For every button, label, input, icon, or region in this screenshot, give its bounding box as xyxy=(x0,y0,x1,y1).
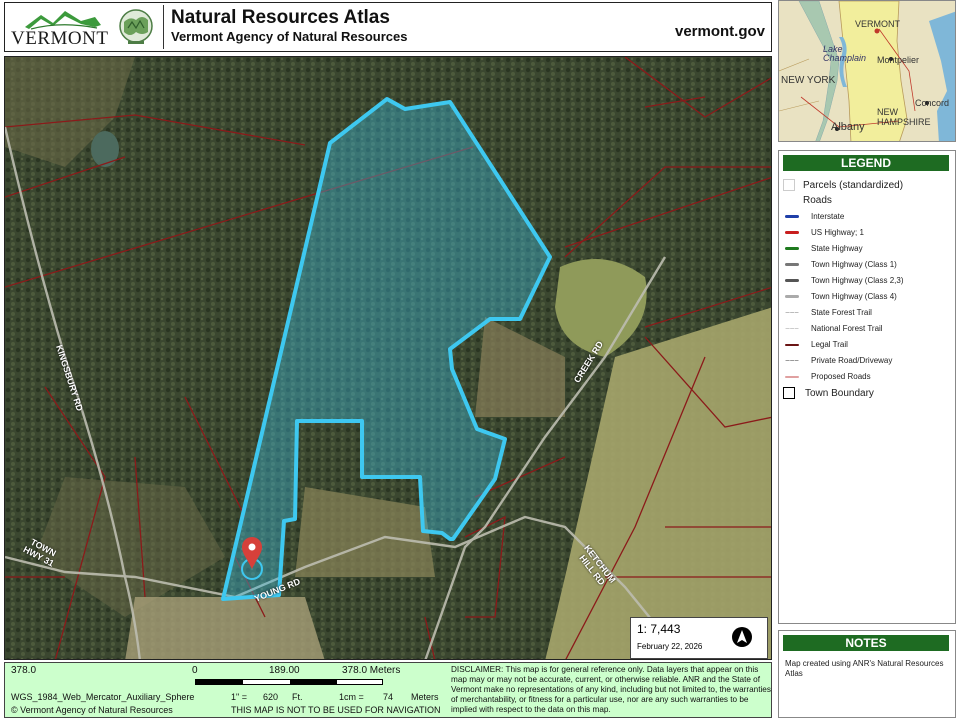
state-highway-line-icon xyxy=(785,247,799,250)
inch-scale-value: 620 xyxy=(263,692,279,702)
legend-label-road: State Highway xyxy=(811,244,863,253)
legend-item-road-1: US Highway; 1 xyxy=(783,228,864,237)
legend-label-road: National Forest Trail xyxy=(811,324,883,333)
town-highway-class1-line-icon xyxy=(785,263,799,266)
legend-label-road: Interstate xyxy=(811,212,845,221)
scale-right-value: 378.0 Meters xyxy=(342,665,401,676)
state-forest-trail-line-icon xyxy=(785,312,799,313)
map-page: VERMONT Natural Resources Atlas Vermont … xyxy=(0,0,960,720)
locator-label-lake-champlain: Lake Champlain xyxy=(823,44,867,63)
legend-panel: LEGEND Parcels (standardized) Roads Inte… xyxy=(778,150,956,624)
notes-title: NOTES xyxy=(783,635,949,651)
cm-scale-label: 1cm = xyxy=(339,692,364,702)
legend-label-road: Town Highway (Class 2,3) xyxy=(811,276,904,285)
legend-label-road: US Highway; 1 xyxy=(811,228,864,237)
scale-ratio: 1: 7,443 xyxy=(637,622,681,636)
legend-item-road-9: Private Road/Driveway xyxy=(783,356,892,365)
town-highway-class4-line-icon xyxy=(785,295,799,298)
legend-item-road-6: State Forest Trail xyxy=(783,308,872,317)
legend-label-roads: Roads xyxy=(803,195,832,206)
private-road-line-icon xyxy=(785,360,799,361)
legend-label-parcels: Parcels (standardized) xyxy=(803,179,904,191)
vermont-wordmark: VERMONT xyxy=(11,28,109,49)
locator-label-montpelier: Montpelier xyxy=(877,55,920,65)
legend-item-road-2: State Highway xyxy=(783,244,863,253)
anr-globe-logo-icon xyxy=(119,9,153,44)
parcel-swatch xyxy=(783,179,795,191)
legend-item-road-7: National Forest Trail xyxy=(783,324,883,333)
legend-label-road: State Forest Trail xyxy=(811,308,872,317)
disclaimer-text: DISCLAIMER: This map is for general refe… xyxy=(451,665,771,714)
map-date: February 22, 2026 xyxy=(637,642,703,651)
locator-label-vermont: VERMONT xyxy=(855,19,900,29)
legend-label-town-boundary: Town Boundary xyxy=(805,387,874,399)
scale-box: 1: 7,443 February 22, 2026 xyxy=(630,617,768,659)
inch-scale-label: 1" = xyxy=(231,692,247,702)
legend-item-road-5: Town Highway (Class 4) xyxy=(783,292,897,301)
legal-trail-line-icon xyxy=(785,343,799,346)
scale-left-value: 378.0 xyxy=(11,665,37,676)
legend-label-road: Town Highway (Class 1) xyxy=(811,260,897,269)
legend-label-road: Proposed Roads xyxy=(811,372,871,381)
interstate-line-icon xyxy=(785,215,799,218)
national-forest-trail-line-icon xyxy=(785,328,799,329)
locator-label-albany: Albany xyxy=(831,121,865,133)
locator-label-new-york: NEW YORK xyxy=(781,75,836,86)
proposed-road-line-icon xyxy=(785,375,799,378)
inch-scale-unit: Ft. xyxy=(292,692,303,702)
locator-label-new-hampshire: NEW HAMPSHIRE xyxy=(877,107,931,127)
notes-panel: NOTES Map created using ANR's Natural Re… xyxy=(778,630,956,718)
legend-label-road: Legal Trail xyxy=(811,340,848,349)
legend-item-parcels: Parcels (standardized) xyxy=(783,179,903,191)
cm-scale-value: 74 xyxy=(383,692,394,702)
us-highway-line-icon xyxy=(785,231,799,234)
scale-bar xyxy=(195,679,383,685)
scale-zero-value: 0 xyxy=(192,665,198,676)
legend-item-town-boundary: Town Boundary xyxy=(783,387,874,399)
site-url-link[interactable]: vermont.gov xyxy=(675,23,765,40)
copyright-text: © Vermont Agency of Natural Resources xyxy=(11,705,173,715)
town-boundary-swatch xyxy=(783,387,795,399)
projection-label: WGS_1984_Web_Mercator_Auxiliary_Sphere xyxy=(11,692,195,702)
town-highway-class23-line-icon xyxy=(785,279,799,282)
legend-item-road-0: Interstate xyxy=(783,212,844,221)
legend-title: LEGEND xyxy=(783,155,949,171)
legend-item-road-8: Legal Trail xyxy=(783,340,848,349)
legend-item-road-3: Town Highway (Class 1) xyxy=(783,260,897,269)
scale-mid-value: 189.00 xyxy=(269,665,300,676)
legend-item-road-4: Town Highway (Class 2,3) xyxy=(783,276,903,285)
legend-item-road-10: Proposed Roads xyxy=(783,372,871,381)
locator-label-concord: Concord xyxy=(915,98,950,108)
header-separator xyxy=(163,5,164,49)
header: VERMONT Natural Resources Atlas Vermont … xyxy=(4,2,772,52)
navigation-warning: THIS MAP IS NOT TO BE USED FOR NAVIGATIO… xyxy=(231,705,441,715)
legend-label-road: Private Road/Driveway xyxy=(811,356,893,365)
north-arrow-icon xyxy=(732,627,752,647)
app-subtitle: Vermont Agency of Natural Resources xyxy=(171,29,408,44)
legend-item-roads-heading: Roads xyxy=(803,195,832,206)
map-canvas xyxy=(5,57,771,659)
cm-scale-unit: Meters xyxy=(411,692,439,702)
locator-map[interactable]: VERMONT Lake Champlain Montpelier NEW YO… xyxy=(778,0,956,142)
notes-text: Map created using ANR's Natural Resource… xyxy=(785,659,944,678)
map-view[interactable]: KINGSBURY RD CREEK RD YOUNG RD KETCHUM H… xyxy=(4,56,772,660)
footer: 378.0 0 189.00 378.0 Meters WGS_1984_Web… xyxy=(4,662,772,718)
legend-label-road: Town Highway (Class 4) xyxy=(811,292,897,301)
app-title: Natural Resources Atlas xyxy=(171,7,390,28)
